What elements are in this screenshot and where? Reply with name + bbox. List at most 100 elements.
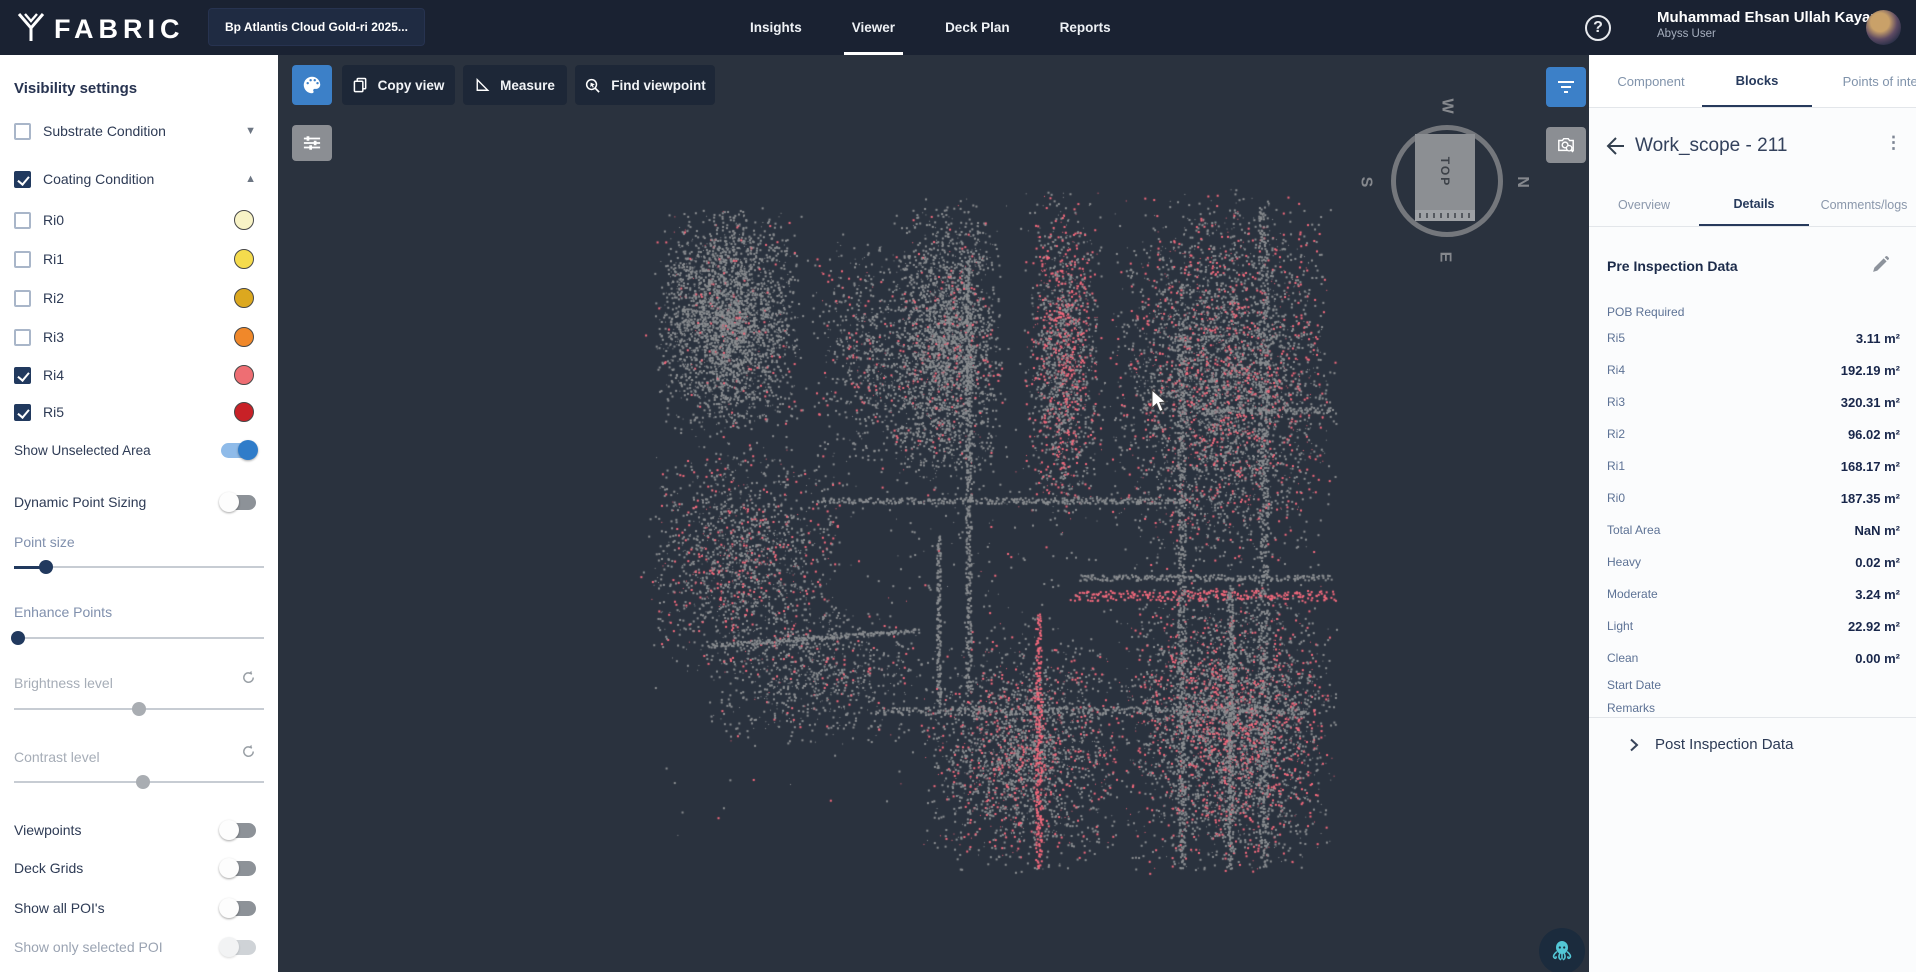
compass-south: S [1356, 177, 1374, 188]
group-coating-condition[interactable]: Coating Condition ▲ [14, 168, 264, 190]
kebab-menu-icon[interactable]: ⋮ [1885, 133, 1902, 153]
app-root: FABRIC Bp Atlantis Cloud Gold-ri 2025...… [0, 0, 1916, 972]
substrate-checkbox[interactable] [14, 123, 31, 140]
tab-viewer[interactable]: Viewer [844, 0, 903, 55]
row-ri4: Ri4192.19 m² [1607, 361, 1900, 379]
chevron-up-icon[interactable]: ▲ [245, 173, 256, 185]
snapshot-search-button[interactable] [1546, 127, 1586, 163]
deck-grids-label: Deck Grids [14, 860, 83, 876]
ri4-row[interactable]: Ri4 [14, 364, 264, 386]
ri1-row[interactable]: Ri1 [14, 248, 264, 270]
user-menu[interactable]: Muhammad Ehsan Ullah Kayani Abyss User [1657, 9, 1884, 40]
enhance-points-slider[interactable] [14, 631, 264, 645]
enhance-points-row: Enhance Points [14, 601, 264, 623]
palette-button[interactable] [292, 65, 332, 105]
deck-grids-toggle[interactable] [221, 861, 256, 876]
point-size-slider[interactable] [14, 560, 264, 574]
contrast-reset-icon[interactable] [241, 744, 256, 764]
row-clean: Clean0.00 m² [1607, 649, 1900, 667]
subtab-comments-logs[interactable]: Comments/logs [1809, 184, 1916, 226]
brightness-slider[interactable] [14, 702, 264, 716]
tab-component[interactable]: Component [1596, 55, 1706, 107]
brightness-reset-icon[interactable] [241, 670, 256, 690]
point-cloud-viewer[interactable]: Copy view Measure Find viewpoint [278, 55, 1589, 972]
subtab-details[interactable]: Details [1699, 184, 1809, 226]
ri4-checkbox[interactable] [14, 367, 31, 384]
ri4-color-swatch [234, 365, 254, 385]
avatar[interactable] [1866, 10, 1901, 45]
ri3-label: Ri3 [43, 329, 64, 345]
row-moderate: Moderate3.24 m² [1607, 585, 1900, 603]
show-selected-poi-toggle [221, 940, 256, 955]
find-viewpoint-button[interactable]: Find viewpoint [575, 65, 715, 105]
substrate-label: Substrate Condition [43, 123, 166, 139]
ri1-checkbox[interactable] [14, 251, 31, 268]
ri3-row[interactable]: Ri3 [14, 326, 264, 348]
tab-reports[interactable]: Reports [1052, 0, 1119, 55]
group-substrate-condition[interactable]: Substrate Condition ▼ [14, 120, 264, 142]
tab-points-of-interest[interactable]: Points of interest [1816, 55, 1916, 107]
edit-pencil-icon[interactable] [1871, 255, 1890, 279]
equalizer-sliders-icon [302, 134, 322, 152]
chevron-down-icon[interactable]: ▼ [245, 125, 256, 137]
project-selector-button[interactable]: Bp Atlantis Cloud Gold-ri 2025... [208, 8, 425, 46]
measure-icon [475, 78, 490, 92]
filter-icon [1557, 80, 1575, 94]
contrast-slider[interactable] [14, 775, 264, 789]
ri0-color-swatch [234, 210, 254, 230]
ri1-color-swatch [234, 249, 254, 269]
panel-subtabs: Overview Details Comments/logs [1589, 184, 1916, 227]
coating-checkbox[interactable] [14, 171, 31, 188]
compass-east: E [1435, 252, 1453, 263]
tab-blocks[interactable]: Blocks [1702, 55, 1812, 107]
measure-button[interactable]: Measure [463, 65, 567, 105]
compass-top-face[interactable]: TOP [1415, 134, 1475, 210]
ri2-label: Ri2 [43, 290, 64, 306]
dynamic-sizing-toggle[interactable] [221, 495, 256, 510]
coating-label: Coating Condition [43, 171, 154, 187]
post-inspection-expander[interactable]: Post Inspection Data [1629, 736, 1793, 753]
ri2-row[interactable]: Ri2 [14, 287, 264, 309]
octopus-icon [1549, 938, 1575, 964]
ri5-row[interactable]: Ri5 [14, 401, 264, 423]
row-start-date: Start Date [1607, 676, 1900, 694]
copy-view-button[interactable]: Copy view [342, 65, 455, 105]
row-ri5: Ri53.11 m² [1607, 329, 1900, 347]
compass-top-label: TOP [1438, 157, 1452, 187]
point-settings-button[interactable] [292, 125, 332, 161]
show-unselected-row: Show Unselected Area [14, 439, 264, 461]
ri5-checkbox[interactable] [14, 404, 31, 421]
row-pob-required: POB Required [1607, 303, 1900, 321]
sidebar-title: Visibility settings [14, 80, 137, 97]
brightness-row: Brightness level [14, 672, 264, 694]
row-ri3: Ri3320.31 m² [1607, 393, 1900, 411]
ri0-checkbox[interactable] [14, 212, 31, 229]
row-heavy: Heavy0.02 m² [1607, 553, 1900, 571]
show-all-poi-toggle[interactable] [221, 901, 256, 916]
copy-icon [353, 77, 368, 93]
palette-icon [301, 74, 323, 96]
ri0-label: Ri0 [43, 212, 64, 228]
viewpoints-toggle[interactable] [221, 823, 256, 838]
ri0-row[interactable]: Ri0 [14, 209, 264, 231]
row-ri2: Ri296.02 m² [1607, 425, 1900, 443]
brightness-label: Brightness level [14, 675, 113, 691]
abyss-octopus-button[interactable] [1539, 928, 1585, 972]
help-icon[interactable]: ? [1585, 15, 1611, 41]
tab-deck-plan[interactable]: Deck Plan [937, 0, 1018, 55]
user-role: Abyss User [1657, 28, 1884, 40]
ri2-checkbox[interactable] [14, 290, 31, 307]
row-ri1: Ri1168.17 m² [1607, 457, 1900, 475]
tab-insights[interactable]: Insights [742, 0, 810, 55]
user-name: Muhammad Ehsan Ullah Kayani [1657, 9, 1884, 26]
find-viewpoint-label: Find viewpoint [611, 78, 706, 93]
row-total-area: Total AreaNaN m² [1607, 521, 1900, 539]
subtab-overview[interactable]: Overview [1589, 184, 1699, 226]
back-arrow-icon[interactable] [1605, 135, 1627, 162]
measure-label: Measure [500, 78, 555, 93]
ri3-checkbox[interactable] [14, 329, 31, 346]
show-unselected-toggle[interactable] [221, 443, 256, 458]
filter-button[interactable] [1546, 67, 1586, 107]
camera-search-icon [1556, 136, 1576, 154]
block-title-row: Work_scope - 211 ⋮ [1589, 125, 1916, 169]
